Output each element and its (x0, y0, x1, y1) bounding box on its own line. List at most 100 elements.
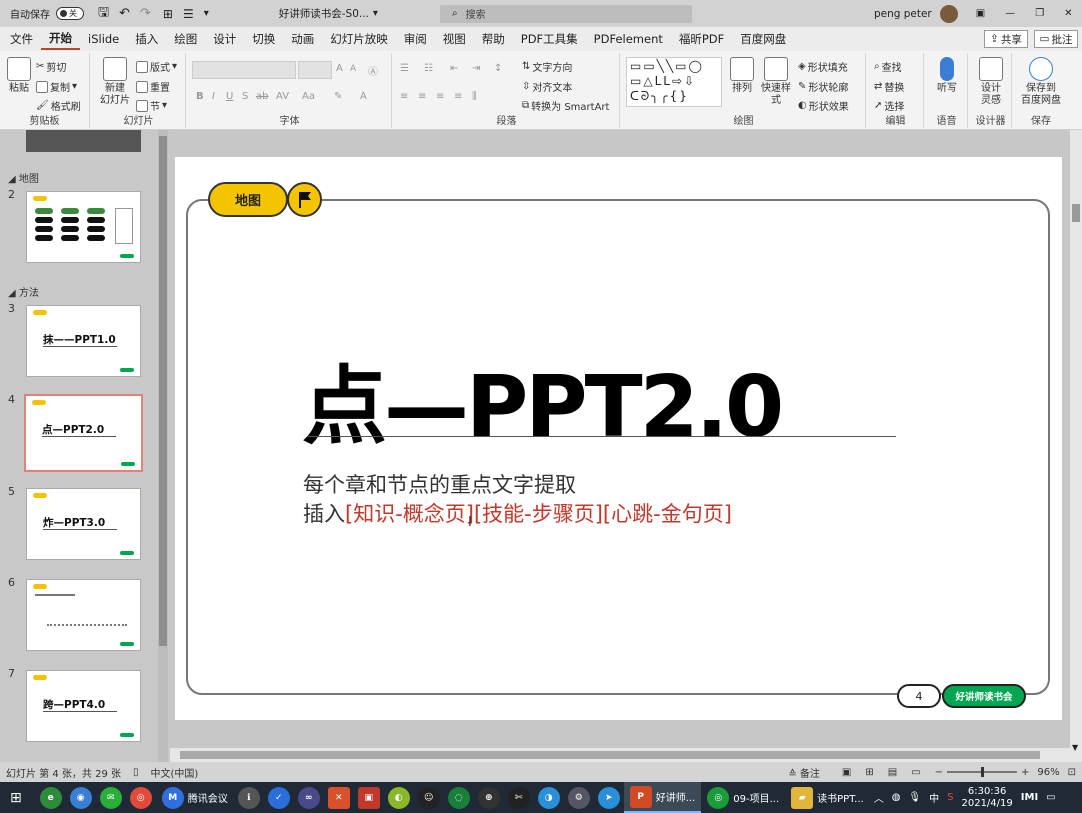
align-center-icon[interactable]: ≡ (418, 91, 426, 102)
italic-icon[interactable]: I (212, 91, 215, 102)
thumbnail-pane[interactable]: ◢ 地图 2 ◢ 方法 3 抹——PPT1.0 4 点—PPT2.0 5 炸—P… (0, 130, 170, 762)
strikethrough-icon[interactable]: ab (256, 91, 268, 102)
qq-icon[interactable]: ☺ (417, 786, 440, 809)
slide-thumbnail-6[interactable] (26, 579, 141, 651)
search-box[interactable]: ⌕ 搜索 (439, 4, 692, 23)
share-button[interactable]: ⇪ 共享 (984, 30, 1028, 48)
present-icon[interactable]: ⊞ (163, 7, 173, 21)
tab-7[interactable]: 动画 (283, 27, 322, 51)
reading-view-icon[interactable]: ▤ (888, 767, 897, 778)
clear-format-icon[interactable]: Ⓐ (368, 63, 378, 78)
save-icon[interactable]: 🖫 (98, 3, 109, 25)
chrome-icon[interactable]: ◎ (129, 786, 152, 809)
select-button[interactable]: ➚ 选择 (874, 98, 904, 113)
format-painter-button[interactable]: 🖌 格式刷 (36, 98, 81, 113)
change-case-icon[interactable]: Aa (302, 91, 315, 102)
spellcheck-icon[interactable]: ▯ (133, 767, 139, 778)
tab-14[interactable]: 福昕PDF (671, 27, 732, 51)
slide-title[interactable]: 点—PPT2.0 (302, 338, 784, 461)
tab-4[interactable]: 绘图 (166, 27, 205, 51)
next-slide-icon[interactable]: ▼ (1072, 743, 1078, 752)
slide-thumbnail-3[interactable]: 抹——PPT1.0 (26, 305, 141, 377)
save-baidu-button[interactable]: 保存到 百度网盘 (1016, 57, 1066, 107)
ime-indicator[interactable]: 中 (929, 790, 939, 805)
slideshow-icon[interactable]: ▭ (911, 767, 920, 778)
line-spacing-icon[interactable]: ↕ (494, 63, 502, 74)
tray-expand-icon[interactable]: ︿ (874, 790, 884, 805)
capcut-icon[interactable]: ✄ (507, 786, 530, 809)
align-right-icon[interactable]: ≡ (436, 91, 444, 102)
title-dropdown-icon[interactable]: ▾ (373, 8, 378, 19)
comment-button[interactable]: ▭ 批注 (1034, 30, 1078, 48)
flag-icon[interactable] (287, 182, 322, 217)
slide-subtitle-line-2[interactable]: 插入[知识-概念页][技能-步骤页][心跳-金句页] (303, 498, 732, 528)
numbering-icon[interactable]: ☷ (424, 63, 433, 74)
tab-3[interactable]: 插入 (127, 27, 166, 51)
clock[interactable]: 6:30:36 2021/4/19 (961, 786, 1012, 810)
taskbar-app-folder[interactable]: ▰ 读书PPT... (785, 782, 870, 813)
thumbnail-scrollbar[interactable] (158, 130, 168, 762)
cut-button[interactable]: ✂ 剪切 (36, 59, 66, 74)
restore-icon[interactable]: ❐ (1035, 8, 1044, 19)
shape-fill-button[interactable]: ◈ 形状填充 (798, 59, 848, 74)
tray-mic-icon[interactable]: 🎙 (908, 792, 921, 803)
tab-0[interactable]: 文件 (2, 27, 41, 51)
slide-thumbnail-2[interactable] (26, 191, 141, 263)
shadow-icon[interactable]: S (242, 91, 248, 102)
tab-10[interactable]: 视图 (435, 27, 474, 51)
green-app-icon[interactable]: ◐ (387, 786, 410, 809)
thumbnail-scroll-thumb[interactable] (159, 136, 167, 646)
tab-2[interactable]: iSlide (80, 27, 127, 51)
section-button[interactable]: 节 ▾ (136, 98, 167, 113)
vertical-scrollbar[interactable]: ▼ (1070, 130, 1082, 762)
tab-5[interactable]: 设计 (205, 27, 244, 51)
bullets-icon[interactable]: ☰ (400, 63, 409, 74)
tray-imi-icon[interactable]: IMI (1021, 792, 1038, 803)
layout-button[interactable]: 版式 ▾ (136, 59, 177, 74)
smartart-button[interactable]: ⧉ 转换为 SmartArt (522, 98, 609, 113)
horizontal-scroll-thumb[interactable] (180, 751, 1040, 759)
zoom-out-icon[interactable]: − (935, 767, 943, 778)
zoom-slider-knob[interactable] (981, 767, 985, 777)
tab-8[interactable]: 幻灯片放映 (322, 27, 396, 51)
increase-indent-icon[interactable]: ⇥ (472, 63, 480, 74)
user-name[interactable]: peng peter (874, 8, 932, 20)
paste-button[interactable]: 粘贴 (6, 57, 32, 95)
notes-button[interactable]: ≙ 备注 (788, 765, 820, 780)
quick-access-more-icon[interactable]: ▾ (204, 8, 209, 19)
section-header-map[interactable]: ◢ 地图 (8, 170, 39, 185)
info-app-icon[interactable]: ℹ (237, 786, 260, 809)
slide-thumbnail-4-selected[interactable]: 点—PPT2.0 (24, 394, 143, 472)
zoom-slider[interactable] (947, 767, 1018, 777)
tab-11[interactable]: 帮助 (474, 27, 513, 51)
undo-icon[interactable]: ↶ (119, 6, 130, 21)
align-left-icon[interactable]: ≡ (400, 91, 408, 102)
dictate-button[interactable]: 听写 (932, 57, 962, 95)
fit-slide-icon[interactable]: ⊡ (1068, 767, 1076, 778)
zoom-in-icon[interactable]: + (1021, 767, 1029, 778)
tab-1[interactable]: 开始 (41, 28, 80, 50)
qq-browser-icon[interactable]: ◉ (69, 786, 92, 809)
design-ideas-button[interactable]: 设计 灵感 (974, 57, 1008, 107)
slide-thumbnail-5[interactable]: 炸—PPT3.0 (26, 488, 141, 560)
tab-9[interactable]: 审阅 (396, 27, 435, 51)
tab-15[interactable]: 百度网盘 (732, 27, 794, 51)
justify-icon[interactable]: ≡ (454, 91, 462, 102)
grow-font-icon[interactable]: A (336, 63, 343, 74)
shape-outline-button[interactable]: ✎ 形状轮廓 (798, 79, 848, 94)
slide-thumbnail-7[interactable]: 跨—PPT4.0 (26, 670, 141, 742)
check-app-icon[interactable]: ✓ (267, 786, 290, 809)
link-app-icon[interactable]: ∞ (297, 786, 320, 809)
decrease-indent-icon[interactable]: ⇤ (450, 63, 458, 74)
section-header-method[interactable]: ◢ 方法 (8, 284, 39, 299)
ribbon-display-icon[interactable]: ▣ (976, 8, 985, 19)
columns-icon[interactable]: ⫼ (472, 91, 477, 102)
char-spacing-icon[interactable]: AV (276, 91, 289, 102)
red-app-icon[interactable]: ▣ (357, 786, 380, 809)
notification-icon[interactable]: ▭ (1046, 792, 1055, 803)
taskbar-app-project[interactable]: ◎ 09-项目... (701, 782, 785, 813)
copy-button[interactable]: 复制 ▾ (36, 79, 77, 94)
globe-app-icon[interactable]: ⊕ (477, 786, 500, 809)
tab-12[interactable]: PDF工具集 (513, 27, 586, 51)
normal-view-icon[interactable]: ▣ (842, 767, 851, 778)
